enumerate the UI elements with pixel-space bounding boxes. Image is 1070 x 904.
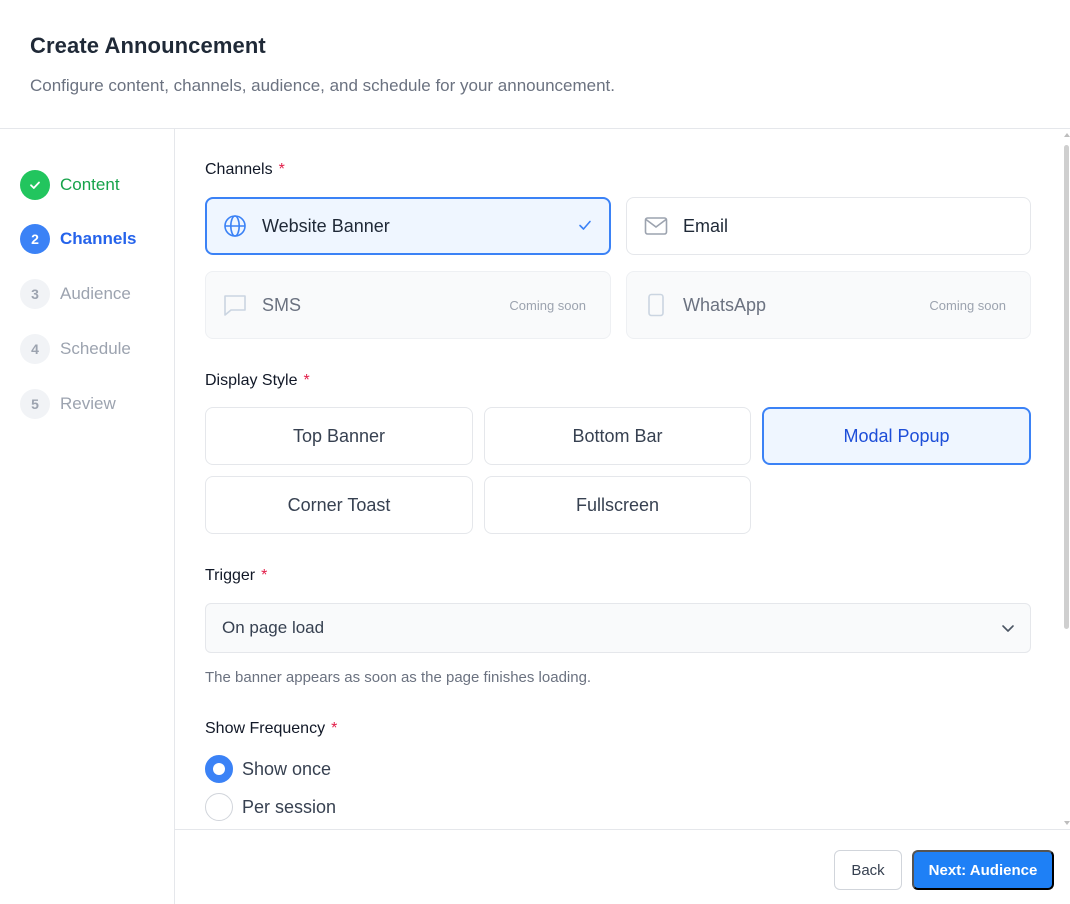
step-number: 5 [20,389,50,419]
step-audience[interactable]: 3 Audience [20,279,131,309]
frequency-label: Show Frequency * [205,720,337,738]
step-number: 4 [20,334,50,364]
required-marker: * [261,567,268,584]
mail-icon [643,213,669,239]
radio-label: Per session [242,796,337,817]
trigger-hint: The banner appears as soon as the page f… [205,669,592,686]
trigger-value: On page load [222,618,325,637]
scrollbar-thumb[interactable] [1064,145,1069,629]
coming-soon-badge: Coming soon [929,297,1006,313]
page-title: Create Announcement [30,33,266,58]
form-scrollbar[interactable] [1062,129,1070,829]
channels-label: Channels * [205,161,285,179]
channel-label: SMS [262,294,302,315]
radio-selected[interactable] [205,755,233,783]
step-number: 2 [20,224,50,254]
channel-website-banner[interactable]: Website Banner [205,197,611,255]
step-label: Content [60,175,120,194]
style-top-banner[interactable]: Top Banner [205,407,473,465]
message-icon [222,292,248,318]
globe-icon [222,213,248,239]
channel-label: Website Banner [262,215,390,236]
radio-label: Show once [242,758,332,779]
channel-whatsapp: WhatsApp Coming soon [626,271,1031,339]
frequency-per-session[interactable]: Per session [205,793,336,821]
back-button[interactable]: Back [834,850,902,890]
display-style-label: Display Style * [205,372,310,390]
channel-label: WhatsApp [683,294,767,315]
scroll-down-arrow-icon[interactable] [1064,821,1070,825]
step-label: Schedule [60,339,131,358]
check-icon [20,170,50,200]
step-label: Channels [60,229,137,248]
phone-icon [643,292,669,318]
chevron-down-icon [1000,620,1016,641]
step-label: Review [60,394,116,413]
required-marker: * [303,372,310,389]
required-marker: * [331,720,338,737]
step-label: Audience [60,284,131,303]
next-audience-button[interactable]: Next: Audience [912,850,1054,890]
channel-email[interactable]: Email [626,197,1031,255]
stepper-sidebar: Content 2 Channels 3 Audience 4 Schedule… [0,129,175,904]
style-modal-popup[interactable]: Modal Popup [762,407,1031,465]
style-corner-toast[interactable]: Corner Toast [205,476,473,534]
frequency-label-text: Show Frequency [205,720,326,737]
form-panel: Channels * Website Banner Email SMS Comin… [175,129,1070,829]
page-header: Create Announcement Configure content, c… [0,0,1070,129]
step-number: 3 [20,279,50,309]
channel-label: Email [683,215,729,236]
trigger-label: Trigger * [205,567,267,585]
style-bottom-bar[interactable]: Bottom Bar [484,407,751,465]
display-style-label-text: Display Style [205,372,298,389]
step-review[interactable]: 5 Review [20,389,116,419]
radio-unselected[interactable] [205,793,233,821]
check-icon [577,217,593,238]
step-channels[interactable]: 2 Channels [20,224,137,254]
channels-label-text: Channels [205,161,273,178]
step-content[interactable]: Content [20,170,120,200]
style-fullscreen[interactable]: Fullscreen [484,476,751,534]
coming-soon-badge: Coming soon [509,297,586,313]
form-footer: Back Next: Audience [175,829,1070,904]
step-schedule[interactable]: 4 Schedule [20,334,131,364]
scroll-up-arrow-icon[interactable] [1064,133,1070,137]
trigger-label-text: Trigger [205,567,256,584]
frequency-show-once[interactable]: Show once [205,755,331,783]
trigger-select[interactable]: On page load [205,603,1031,653]
required-marker: * [278,161,285,178]
page-subtitle: Configure content, channels, audience, a… [30,76,616,95]
channel-sms: SMS Coming soon [205,271,611,339]
